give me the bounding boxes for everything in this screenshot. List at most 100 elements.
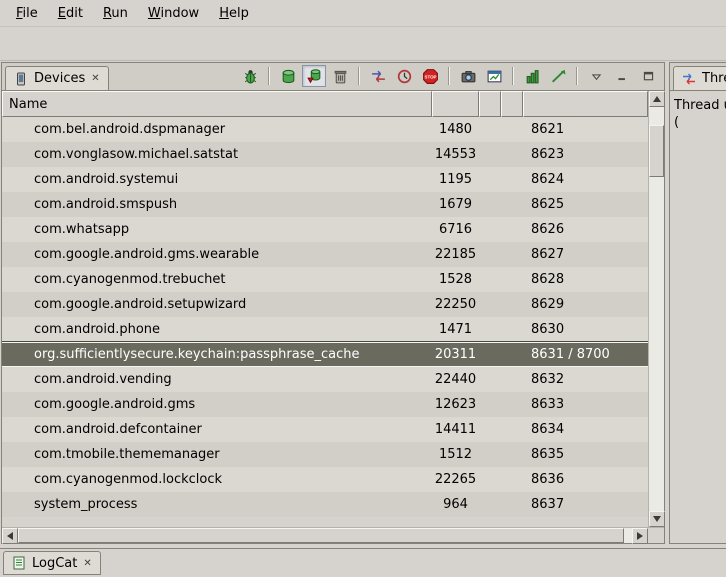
table-row[interactable]: com.android.systemui11958624 xyxy=(2,167,648,192)
view-menu-button[interactable] xyxy=(584,65,608,87)
network-stats-button[interactable] xyxy=(520,65,544,87)
cell-pid: 22440 xyxy=(432,367,479,392)
minimize-icon xyxy=(616,70,629,83)
column-header-pid[interactable] xyxy=(432,91,479,117)
table-row[interactable]: com.google.android.setupwizard222508629 xyxy=(2,292,648,317)
cell-name: com.android.phone xyxy=(2,317,432,342)
tab-logcat[interactable]: LogCat ✕ xyxy=(3,551,101,575)
debug-process-button[interactable] xyxy=(238,65,262,87)
horizontal-scroll-thumb[interactable] xyxy=(18,528,624,543)
minimize-button[interactable] xyxy=(610,65,634,87)
tab-devices[interactable]: Devices ✕ xyxy=(5,66,109,90)
cell-spacer2 xyxy=(501,117,523,142)
column-header-port[interactable] xyxy=(523,91,648,117)
update-heap-icon xyxy=(280,68,297,85)
stop-process-button[interactable]: STOP xyxy=(418,65,442,87)
trace-button[interactable] xyxy=(546,65,570,87)
cell-port: 8632 xyxy=(523,367,648,392)
table-row[interactable]: com.bel.android.dspmanager14808621 xyxy=(2,117,648,142)
cell-spacer2 xyxy=(501,392,523,417)
cell-spacer1 xyxy=(479,217,501,242)
tab-threads[interactable]: Threads xyxy=(673,66,726,90)
update-threads-button[interactable] xyxy=(366,65,390,87)
dump-hprof-button[interactable] xyxy=(302,65,326,87)
cell-name: com.android.systemui xyxy=(2,167,432,192)
method-profiling-button[interactable] xyxy=(392,65,416,87)
trace-icon xyxy=(550,68,567,85)
cell-port: 8621 xyxy=(523,117,648,142)
cell-spacer2 xyxy=(501,367,523,392)
cell-name: com.whatsapp xyxy=(2,217,432,242)
table-row[interactable]: com.cyanogenmod.trebuchet15288628 xyxy=(2,267,648,292)
cell-spacer2 xyxy=(501,342,523,367)
cell-spacer2 xyxy=(501,217,523,242)
scroll-left-button[interactable] xyxy=(2,528,18,544)
tab-logcat-close-icon[interactable]: ✕ xyxy=(82,558,92,569)
devices-panel: Devices ✕ xyxy=(1,62,665,544)
cell-port: 8633 xyxy=(523,392,648,417)
table-row[interactable]: com.whatsapp67168626 xyxy=(2,217,648,242)
svg-text:STOP: STOP xyxy=(424,74,436,79)
scroll-right-button[interactable] xyxy=(632,528,648,544)
table-row[interactable]: com.tmobile.thememanager15128635 xyxy=(2,442,648,467)
table-row[interactable]: com.vonglasow.michael.satstat145538623 xyxy=(2,142,648,167)
logcat-bar: LogCat ✕ xyxy=(0,548,726,577)
menu-edit[interactable]: Edit xyxy=(48,3,93,24)
arrow-up-icon xyxy=(653,96,661,102)
cell-spacer1 xyxy=(479,367,501,392)
cell-name: com.vonglasow.michael.satstat xyxy=(2,142,432,167)
cause-gc-button[interactable] xyxy=(328,65,352,87)
cell-pid: 20311 xyxy=(432,342,479,367)
menu-file[interactable]: File xyxy=(6,3,48,24)
table-row[interactable]: com.android.phone14718630 xyxy=(2,317,648,342)
cell-pid: 1528 xyxy=(432,267,479,292)
table-row[interactable]: com.google.android.gms126238633 xyxy=(2,392,648,417)
toolbar-separator xyxy=(448,67,450,85)
devices-tabbar: Devices ✕ xyxy=(2,63,664,91)
scroll-down-button[interactable] xyxy=(649,511,665,527)
table-row[interactable]: com.android.smspush16798625 xyxy=(2,192,648,217)
tab-devices-close-icon[interactable]: ✕ xyxy=(90,73,100,84)
maximize-button[interactable] xyxy=(636,65,660,87)
screen-capture-button[interactable] xyxy=(456,65,480,87)
horizontal-scroll-track[interactable] xyxy=(18,528,632,543)
column-header-name[interactable]: Name xyxy=(2,91,432,117)
table-row[interactable]: com.android.vending224408632 xyxy=(2,367,648,392)
table-row[interactable]: system_process9648637 xyxy=(2,492,648,517)
cell-spacer1 xyxy=(479,492,501,517)
vertical-scroll-thumb[interactable] xyxy=(649,125,664,177)
update-heap-button[interactable] xyxy=(276,65,300,87)
cell-port: 8625 xyxy=(523,192,648,217)
menu-window[interactable]: Window xyxy=(138,3,209,24)
threads-message-line2: ( xyxy=(674,114,726,131)
cell-name: com.cyanogenmod.lockclock xyxy=(2,467,432,492)
cell-name: com.google.android.gms.wearable xyxy=(2,242,432,267)
table-row[interactable]: com.android.defcontainer144118634 xyxy=(2,417,648,442)
threads-message-line1: Thread up xyxy=(674,97,726,114)
column-header-blank2[interactable] xyxy=(501,91,523,117)
table-row[interactable]: com.cyanogenmod.lockclock222658636 xyxy=(2,467,648,492)
table-row[interactable]: com.google.android.gms.wearable221858627 xyxy=(2,242,648,267)
table-row[interactable]: org.sufficientlysecure.keychain:passphra… xyxy=(2,342,648,367)
cell-pid: 22185 xyxy=(432,242,479,267)
cell-pid: 1480 xyxy=(432,117,479,142)
system-info-button[interactable] xyxy=(482,65,506,87)
cell-spacer2 xyxy=(501,467,523,492)
cell-spacer1 xyxy=(479,342,501,367)
tab-logcat-label: LogCat xyxy=(32,556,77,571)
vertical-scrollbar[interactable] xyxy=(648,91,664,527)
toolbar-separator xyxy=(358,67,360,85)
cell-port: 8635 xyxy=(523,442,648,467)
vertical-scroll-track[interactable] xyxy=(649,107,664,511)
menu-run[interactable]: Run xyxy=(93,3,138,24)
cell-spacer1 xyxy=(479,292,501,317)
cell-spacer2 xyxy=(501,442,523,467)
menu-bar: File Edit Run Window Help xyxy=(0,0,726,27)
column-header-blank1[interactable] xyxy=(479,91,501,117)
cell-pid: 14553 xyxy=(432,142,479,167)
cell-pid: 22250 xyxy=(432,292,479,317)
cell-pid: 1471 xyxy=(432,317,479,342)
horizontal-scrollbar[interactable] xyxy=(2,527,648,543)
scroll-up-button[interactable] xyxy=(649,91,665,107)
menu-help[interactable]: Help xyxy=(209,3,259,24)
